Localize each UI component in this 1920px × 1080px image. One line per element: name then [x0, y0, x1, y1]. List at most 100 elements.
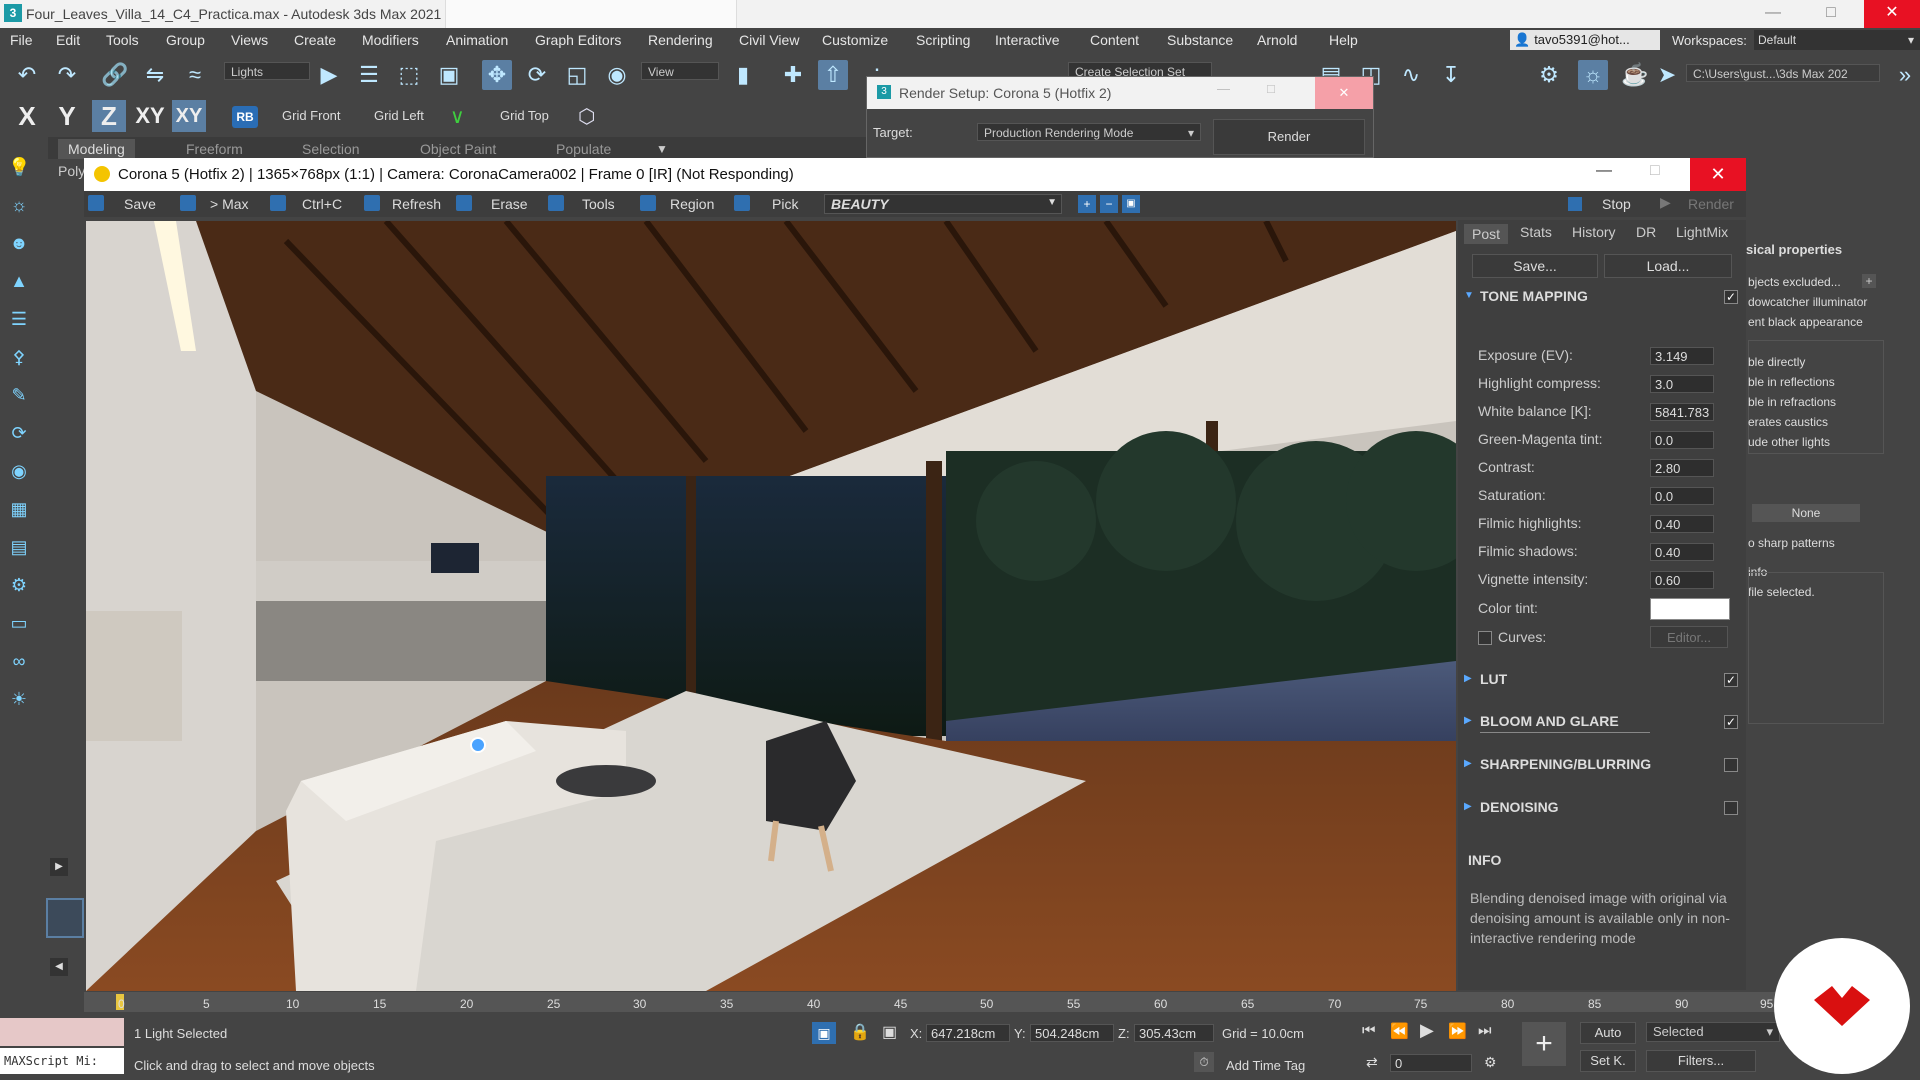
menu-file[interactable]: File [10, 32, 33, 48]
minimize-button[interactable]: — [1217, 81, 1230, 96]
vfb-erase-button[interactable]: Erase [491, 196, 528, 212]
vfb-pick-button[interactable]: Pick [772, 196, 798, 212]
close-button[interactable]: ✕ [1690, 158, 1746, 191]
select-object-icon[interactable]: ▶ [314, 60, 344, 90]
display-icon[interactable]: ▭ [8, 612, 30, 634]
curves-editor-button[interactable]: Editor... [1650, 626, 1728, 648]
time-tag-icon[interactable]: ⏱ [1194, 1052, 1214, 1072]
highlight-compress-field[interactable]: 3.0 [1650, 375, 1714, 393]
render-pass-dropdown[interactable]: BEAUTY ▼ [824, 194, 1062, 214]
sharp-patterns-option[interactable]: o sharp patterns [1748, 536, 1835, 550]
orbit-icon[interactable]: ∞ [8, 650, 30, 672]
material-editor-icon[interactable]: ⚙ [1534, 60, 1564, 90]
move-icon[interactable]: ✥ [482, 60, 512, 90]
zoom-fit-icon[interactable]: ▣ [1122, 195, 1140, 213]
visible-directly-option[interactable]: ble directly [1748, 355, 1805, 369]
menu-civil-view[interactable]: Civil View [739, 32, 799, 48]
play-icon[interactable]: ▶ [1420, 1020, 1434, 1041]
minimize-button[interactable]: — [1750, 0, 1796, 28]
time-config-icon[interactable]: ⚙ [1484, 1054, 1497, 1071]
tree-icon[interactable]: ▲ [8, 270, 30, 292]
maximize-button[interactable]: □ [1267, 81, 1275, 96]
x-coordinate-field[interactable]: 647.218cm [926, 1024, 1010, 1042]
render-frame-window-icon[interactable]: ☕ [1620, 60, 1650, 90]
visible-refractions-option[interactable]: ble in refractions [1748, 395, 1836, 409]
vfb-region-button[interactable]: Region [670, 196, 714, 212]
maxscript-listener-top[interactable] [0, 1018, 124, 1046]
double-chevron-down-icon[interactable]: ∨ [450, 104, 465, 129]
rendered-image[interactable] [86, 221, 1456, 991]
filmic-shadows-field[interactable]: 0.40 [1650, 543, 1714, 561]
vfb-tools-button[interactable]: Tools [582, 196, 615, 212]
redo-icon[interactable]: ↷ [52, 60, 82, 90]
exposure-field[interactable]: 3.149 [1650, 347, 1714, 365]
menu-edit[interactable]: Edit [56, 32, 80, 48]
expand-toolbar-icon[interactable]: » [1890, 60, 1920, 90]
unlink-icon[interactable]: ⇋ [140, 60, 170, 90]
go-to-start-icon[interactable]: ⏮ [1362, 1022, 1376, 1039]
select-manipulate-icon[interactable]: ✚ [778, 60, 808, 90]
menu-tools[interactable]: Tools [106, 32, 139, 48]
menu-substance[interactable]: Substance [1167, 32, 1233, 48]
play-icon[interactable]: ▶ [50, 858, 68, 876]
render-button[interactable]: Render [1213, 119, 1365, 155]
post-load-button[interactable]: Load... [1604, 254, 1732, 278]
curve-editor-icon[interactable]: ∿ [1396, 60, 1426, 90]
green-magenta-tint-field[interactable]: 0.0 [1650, 431, 1714, 449]
menu-customize[interactable]: Customize [822, 32, 888, 48]
rotate-view-icon[interactable]: ⟳ [8, 422, 30, 444]
rectangular-selection-icon[interactable]: ⬚ [394, 60, 424, 90]
vignette-intensity-field[interactable]: 0.60 [1650, 571, 1714, 589]
chevron-left-icon[interactable]: ◀ [50, 958, 68, 976]
grid-front-button[interactable]: Grid Front [282, 108, 341, 123]
bind-spacewarp-icon[interactable]: ≈ [180, 60, 210, 90]
close-button[interactable]: ✕ [1315, 77, 1373, 109]
menu-interactive[interactable]: Interactive [995, 32, 1060, 48]
set-key-big-icon[interactable]: + [1522, 1022, 1566, 1066]
project-path-dropdown[interactable]: C:\Users\gust...\3ds Max 202 [1686, 64, 1880, 82]
lut-checkbox[interactable]: ✓ [1724, 673, 1738, 687]
hexagon-icon[interactable]: ⬡ [578, 104, 595, 129]
tab-lightmix[interactable]: LightMix [1676, 224, 1728, 240]
tab-post[interactable]: Post [1464, 224, 1509, 244]
black-appearance-option[interactable]: ent black appearance [1748, 315, 1863, 329]
menu-create[interactable]: Create [294, 32, 336, 48]
bloom-glare-section-title[interactable]: BLOOM AND GLARE [1480, 713, 1619, 729]
close-button[interactable]: ✕ [1864, 0, 1920, 28]
menu-scripting[interactable]: Scripting [916, 32, 970, 48]
vfb-save-button[interactable]: Save [124, 196, 156, 212]
lock-icon[interactable]: 🔒 [850, 1022, 870, 1042]
menu-help[interactable]: Help [1329, 32, 1358, 48]
render-setup-icon[interactable]: ☼ [1578, 60, 1608, 90]
saturation-field[interactable]: 0.0 [1650, 487, 1714, 505]
axis-xy-button[interactable]: XY [130, 100, 170, 132]
filters-button[interactable]: Filters... [1646, 1050, 1756, 1072]
reference-coordinate-dropdown[interactable]: View [641, 62, 719, 80]
previous-frame-icon[interactable]: ⏪ [1390, 1022, 1409, 1040]
rotate-icon[interactable]: ⟳ [522, 60, 552, 90]
contrast-field[interactable]: 2.80 [1650, 459, 1714, 477]
denoising-checkbox[interactable] [1724, 801, 1738, 815]
lut-section-title[interactable]: LUT [1480, 671, 1507, 687]
post-save-button[interactable]: Save... [1472, 254, 1598, 278]
axis-z-button[interactable]: Z [92, 100, 126, 132]
globe-icon[interactable]: ◉ [8, 460, 30, 482]
zoom-in-icon[interactable]: + [1078, 195, 1096, 213]
shadowcatcher-option[interactable]: dowcatcher illuminator [1748, 295, 1867, 309]
menu-modifiers[interactable]: Modifiers [362, 32, 419, 48]
paint-icon[interactable]: ✎ [8, 384, 30, 406]
timeline[interactable] [84, 992, 1778, 1012]
plus-icon[interactable]: + [1862, 274, 1876, 288]
figure-icon[interactable]: ⚴ [8, 346, 30, 368]
undo-icon[interactable]: ↶ [12, 60, 42, 90]
schematic-view-icon[interactable]: ↧ [1436, 60, 1466, 90]
sun-icon[interactable]: ☼ [8, 194, 30, 216]
current-frame-field[interactable]: 0 [1390, 1054, 1472, 1072]
none-button[interactable]: None [1752, 504, 1860, 522]
workspaces-select[interactable]: Default ▾ [1754, 30, 1920, 50]
vfb-to-max-button[interactable]: > Max [210, 196, 249, 212]
maximize-button[interactable]: □ [1808, 0, 1854, 28]
menu-rendering[interactable]: Rendering [648, 32, 713, 48]
objects-excluded-button[interactable]: bjects excluded... [1748, 275, 1841, 289]
vfb-render-button[interactable]: Render [1688, 196, 1734, 212]
